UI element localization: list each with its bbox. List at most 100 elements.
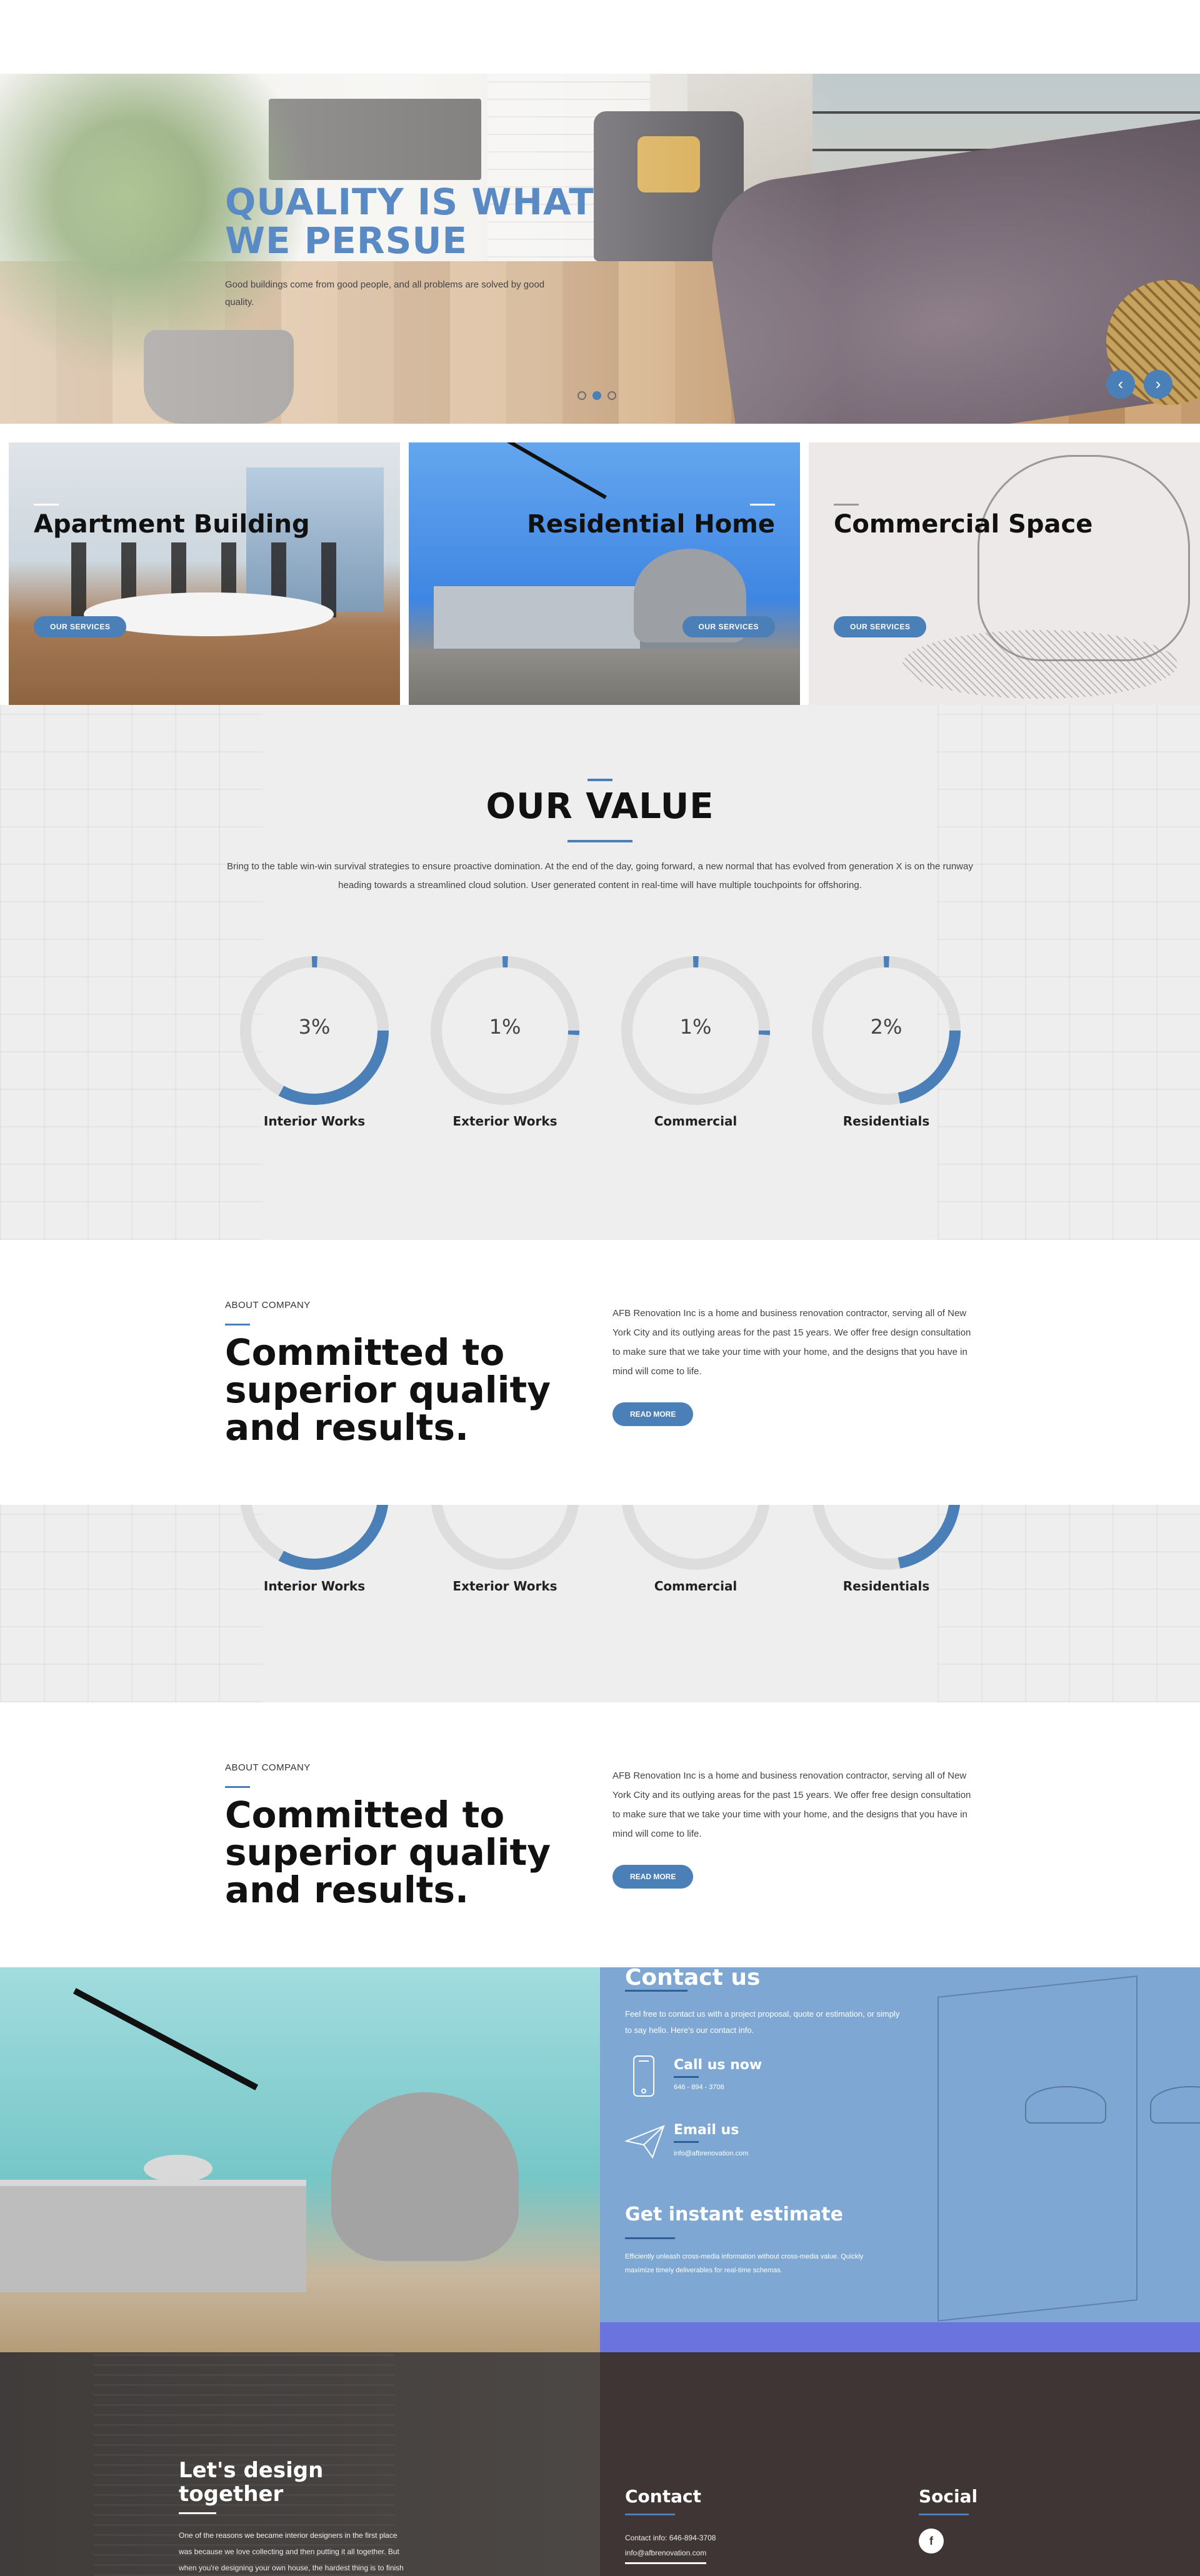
image-lamp xyxy=(72,1988,259,2090)
service-title: Residential Home xyxy=(527,510,775,539)
slider-next-button[interactable]: › xyxy=(1144,370,1172,399)
our-value-section: OUR VALUE Bring to the table win-win sur… xyxy=(0,705,1200,1240)
circle-label: Interior Works xyxy=(263,1114,366,1129)
value-description: Bring to the table win-win survival stra… xyxy=(227,861,973,891)
estimate-title: Get instant estimate xyxy=(625,2204,843,2225)
ring-track xyxy=(621,1505,770,1570)
blueprint-decoration xyxy=(0,705,262,1240)
circle-label: Exterior Works xyxy=(452,1114,558,1129)
eyebrow-underline xyxy=(225,1324,250,1325)
sketch-lamp xyxy=(1150,2086,1200,2124)
our-services-button[interactable]: OUR SERVICES xyxy=(834,616,927,637)
email-value[interactable]: info@afbrenovation.com xyxy=(674,2150,748,2157)
blueprint-decoration xyxy=(0,1505,262,1702)
contact-underline xyxy=(625,1990,688,1992)
design-title-line2: together xyxy=(179,2482,284,2507)
our-value-section-repeat: Interior Works Exterior Works Commercial Re… xyxy=(0,1505,1200,1702)
eyebrow-underline xyxy=(225,1786,250,1788)
estimate-text: Efficiently unleash cross-media informat… xyxy=(625,2253,864,2274)
footer-contact-info: Contact info: 646-894-3708 xyxy=(625,2534,716,2542)
value-circle: 1% Commercial xyxy=(618,952,774,1129)
email-underline xyxy=(625,2562,706,2564)
sketch-decoration xyxy=(938,1975,1138,2322)
our-services-button[interactable]: OUR SERVICES xyxy=(34,616,127,637)
hero-title-line1: QUALITY IS WHAT xyxy=(225,181,594,223)
card-dash xyxy=(750,504,775,506)
blueprint-decoration xyxy=(938,705,1200,1240)
image-cabinet xyxy=(0,2180,306,2292)
slider-dot[interactable] xyxy=(578,391,586,400)
value-circle: Commercial xyxy=(618,1505,774,1594)
circle-percent: 1% xyxy=(489,1015,521,1039)
title-accent xyxy=(588,779,612,781)
design-title: Let's design together xyxy=(179,2459,323,2506)
circle-label: Exterior Works xyxy=(452,1579,558,1594)
value-title: OUR VALUE xyxy=(486,786,714,827)
service-card-apartment[interactable]: Apartment Building OUR SERVICES xyxy=(9,442,400,705)
card-dash xyxy=(834,504,859,506)
value-circle: Interior Works xyxy=(236,1505,392,1594)
design-title-line1: Let's design xyxy=(179,2458,324,2483)
slider-prev-button[interactable]: ‹ xyxy=(1106,370,1135,399)
image-vase xyxy=(144,2155,212,2182)
chevron-right-icon: › xyxy=(1155,374,1161,393)
slider-dot-active[interactable] xyxy=(592,391,601,400)
circle-label: Interior Works xyxy=(263,1579,366,1594)
ring-track xyxy=(431,1505,579,1570)
progress-ring xyxy=(621,1505,770,1570)
value-circle: Exterior Works xyxy=(427,1505,583,1594)
card-cabinet xyxy=(434,586,640,649)
progress-ring xyxy=(240,1505,389,1570)
estimate-underline xyxy=(625,2237,675,2239)
facebook-icon[interactable]: f xyxy=(919,2529,944,2554)
our-services-button[interactable]: OUR SERVICES xyxy=(682,616,775,637)
ring-value-arc xyxy=(812,1505,961,1570)
email-title: Email us xyxy=(674,2122,739,2138)
call-underline xyxy=(674,2076,699,2078)
top-header xyxy=(0,0,1200,74)
service-card-residential[interactable]: Residential Home OUR SERVICES xyxy=(409,442,800,705)
design-text: One of the reasons we became interior de… xyxy=(179,2531,404,2572)
call-value[interactable]: 646 - 894 - 3708 xyxy=(674,2084,724,2091)
email-underline xyxy=(674,2141,699,2143)
social-underline xyxy=(919,2514,969,2515)
service-card-commercial[interactable]: Commercial Space OUR SERVICES xyxy=(809,442,1200,705)
about-eyebrow: ABOUT COMPANY xyxy=(225,1762,311,1773)
estimate-strip xyxy=(600,2322,1200,2352)
about-title: Committed to superior quality and result… xyxy=(225,1794,551,1911)
image-chair xyxy=(331,2092,519,2261)
ring-value-arc xyxy=(431,1505,579,1570)
progress-ring xyxy=(431,1505,579,1570)
circle-percent: 3% xyxy=(298,1015,331,1039)
chevron-left-icon: ‹ xyxy=(1118,374,1124,393)
page: QUALITY IS WHAT WE PERSUE Good buildings… xyxy=(0,0,1200,2576)
slider-dots xyxy=(578,391,616,400)
sketch-lamp xyxy=(1025,2086,1106,2124)
footer-social-title: Social xyxy=(919,2486,978,2507)
ring-value-arc xyxy=(621,1505,770,1570)
footer-contact-email[interactable]: info@afbrenovation.com xyxy=(625,2549,706,2557)
hero-subtitle: Good buildings come from good people, an… xyxy=(225,279,545,307)
circle-label: Residentials xyxy=(842,1579,930,1594)
value-circle: 3% Interior Works xyxy=(236,952,392,1129)
blueprint-decoration xyxy=(938,1505,1200,1702)
contact-image xyxy=(0,1967,600,2352)
footer-contact-title: Contact xyxy=(625,2486,701,2507)
contact-intro: Feel free to contact us with a project p… xyxy=(625,2009,900,2035)
service-title: Apartment Building xyxy=(34,510,310,539)
service-title: Commercial Space xyxy=(834,510,1093,539)
contact-underline xyxy=(625,2514,675,2515)
phone-icon xyxy=(625,2055,662,2097)
design-underline xyxy=(179,2512,216,2514)
slider-dot[interactable] xyxy=(608,391,616,400)
card-dash xyxy=(34,504,59,506)
about-eyebrow: ABOUT COMPANY xyxy=(225,1300,311,1310)
title-underline xyxy=(568,840,632,842)
read-more-button[interactable]: READ MORE xyxy=(612,1402,694,1426)
read-more-button[interactable]: READ MORE xyxy=(612,1865,694,1889)
paper-plane-icon xyxy=(624,2125,665,2162)
card-sketch-rug xyxy=(902,630,1178,699)
value-circle: Residentials xyxy=(808,1505,964,1594)
ring-value-arc xyxy=(240,1505,389,1570)
about-description: AFB Renovation Inc is a home and busines… xyxy=(612,1308,971,1377)
